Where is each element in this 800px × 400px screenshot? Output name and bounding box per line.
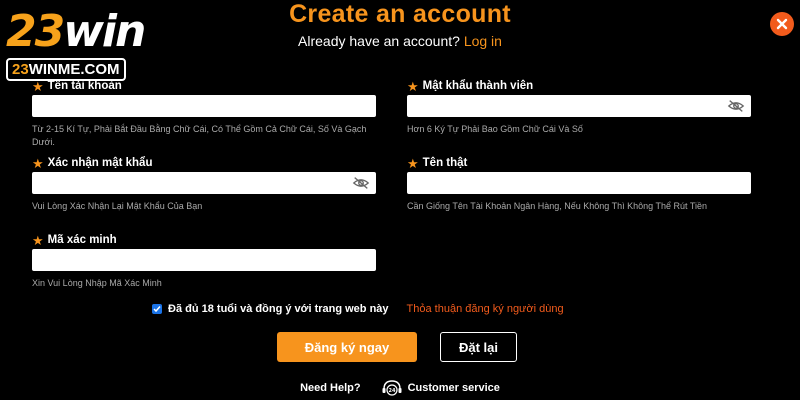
eye-slash-icon[interactable] (352, 175, 370, 191)
help-footer: Need Help? 24 Customer service (0, 379, 800, 397)
confirm-password-input-box[interactable] (32, 172, 376, 194)
password-label: Mật khẩu thành viên (422, 80, 534, 92)
eye-slash-icon[interactable] (727, 98, 745, 114)
username-input[interactable] (32, 95, 376, 117)
real-name-hint: Cần Giống Tên Tài Khoản Ngân Hàng, Nếu K… (407, 201, 708, 211)
verification-code-label-row: ★ Mã xác minh (32, 233, 376, 247)
login-prompt: Already have an account? Log in (0, 33, 800, 49)
username-label: Tên tài khoản (47, 80, 122, 92)
required-star-icon: ★ (32, 78, 44, 94)
login-prompt-text: Already have an account? (298, 33, 460, 49)
password-field-group: ★ Mật khẩu thành viên Hơn 6 Ký Tự Phải B… (407, 79, 751, 136)
reset-button[interactable]: Đặt lại (440, 332, 517, 362)
confirm-password-hint: Vui Lòng Xác Nhận Lại Mật Khẩu Của Bạn (32, 201, 203, 211)
close-button[interactable] (770, 12, 794, 36)
logo-domain: 23WINME.COM (6, 58, 126, 81)
required-star-icon: ★ (407, 155, 419, 171)
verification-code-field-group: ★ Mã xác minh Xin Vui Lòng Nhập Mã Xác M… (32, 233, 376, 290)
verification-code-label: Mã xác minh (47, 234, 117, 246)
password-hint: Hơn 6 Ký Tự Phải Bao Gồm Chữ Cái Và Số (407, 124, 583, 134)
required-star-icon: ★ (32, 232, 44, 248)
confirm-password-input[interactable] (32, 172, 376, 194)
checkmark-icon (153, 306, 161, 313)
agreement-text: Đã đủ 18 tuổi và đồng ý với trang web nà… (168, 303, 389, 315)
required-star-icon: ★ (407, 78, 419, 94)
verification-code-hint: Xin Vui Lòng Nhập Mã Xác Minh (32, 278, 162, 288)
confirm-password-field-group: ★ Xác nhận mật khẩu Vui Lòng Xác Nhận Lạ… (32, 156, 376, 213)
logo-domain-number: 23 (12, 61, 29, 78)
verification-code-input-box[interactable] (32, 249, 376, 271)
username-label-row: ★ Tên tài khoản (32, 79, 376, 93)
username-hint: Từ 2-15 Kí Tự, Phải Bắt Đầu Bằng Chữ Cái… (32, 124, 367, 147)
page-title: Create an account (289, 0, 511, 28)
real-name-input-box[interactable] (407, 172, 751, 194)
verification-code-input[interactable] (32, 249, 376, 271)
real-name-label: Tên thật (422, 157, 468, 169)
agreement-row: Đã đủ 18 tuổi và đồng ý với trang web nà… (152, 303, 564, 315)
close-icon (776, 18, 788, 30)
password-input-box[interactable] (407, 95, 751, 117)
confirm-password-label-row: ★ Xác nhận mật khẩu (32, 156, 376, 170)
login-link[interactable]: Log in (464, 33, 502, 49)
headset-24-icon: 24 (382, 380, 402, 396)
real-name-input[interactable] (407, 172, 751, 194)
username-input-box[interactable] (32, 95, 376, 117)
svg-text:24: 24 (388, 388, 395, 394)
required-star-icon: ★ (32, 155, 44, 171)
real-name-field-group: ★ Tên thật Cần Giống Tên Tài Khoản Ngân … (407, 156, 751, 213)
real-name-label-row: ★ Tên thật (407, 156, 751, 170)
agreement-checkbox[interactable] (152, 304, 162, 314)
logo-domain-text: WINME.COM (28, 61, 120, 78)
need-help-text: Need Help? (300, 382, 361, 394)
confirm-password-label: Xác nhận mật khẩu (47, 157, 153, 169)
password-input[interactable] (407, 95, 751, 117)
customer-service-link[interactable]: 24 Customer service (381, 379, 500, 397)
customer-service-label: Customer service (407, 382, 500, 394)
username-field-group: ★ Tên tài khoản Từ 2-15 Kí Tự, Phải Bắt … (32, 79, 376, 149)
register-button[interactable]: Đăng ký ngay (277, 332, 417, 362)
user-agreement-link[interactable]: Thỏa thuận đăng ký người dùng (407, 303, 564, 315)
password-label-row: ★ Mật khẩu thành viên (407, 79, 751, 93)
